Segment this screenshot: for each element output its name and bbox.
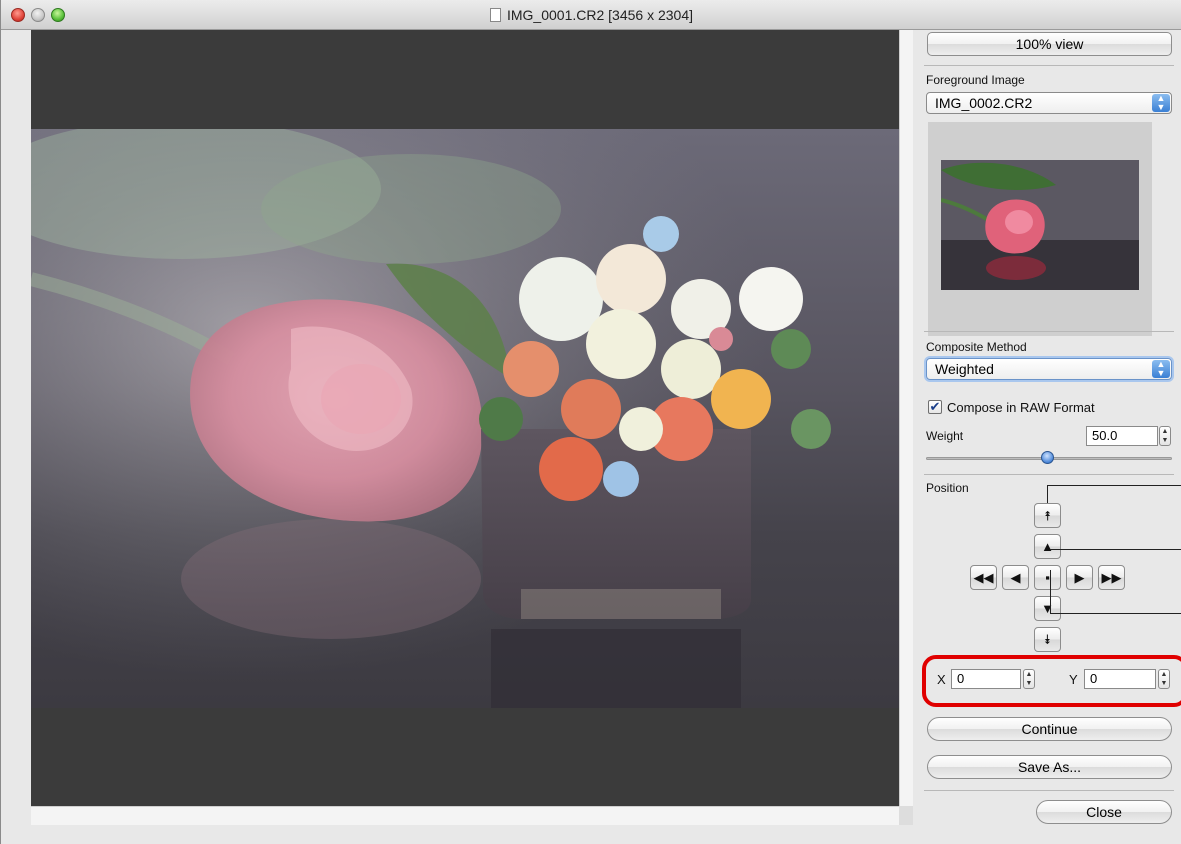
foreground-image-value: IMG_0002.CR2 (935, 95, 1033, 111)
foreground-image-label: Foreground Image (926, 73, 1025, 87)
callout-line (1047, 485, 1048, 503)
vertical-scrollbar[interactable] (899, 30, 913, 825)
move-left-button[interactable]: ◀ (1002, 565, 1029, 590)
move-left-fast-button[interactable]: ◀◀ (970, 565, 997, 590)
callout-line (1050, 549, 1181, 550)
composite-photo-graphic (31, 129, 899, 708)
compose-raw-label: Compose in RAW Format (947, 400, 1095, 415)
scroll-corner (899, 806, 913, 825)
weight-input[interactable]: 50.0 (1086, 426, 1158, 446)
separator (924, 65, 1174, 66)
position-label: Position (926, 481, 969, 495)
composite-method-value: Weighted (935, 361, 994, 377)
window-title-text: IMG_0001.CR2 [3456 x 2304] (506, 7, 693, 23)
document-icon (489, 8, 501, 22)
move-down-fast-button[interactable]: ⯯ (1034, 627, 1061, 652)
separator (924, 790, 1174, 791)
move-right-fast-button[interactable]: ▶▶ (1098, 565, 1125, 590)
move-up-button[interactable]: ▲ (1034, 534, 1061, 559)
weight-stepper[interactable]: ▲ ▼ (1159, 426, 1171, 446)
foreground-image-select[interactable]: IMG_0002.CR2 ▲ ▼ (926, 92, 1172, 114)
move-up-fast-button[interactable]: ⯭ (1034, 503, 1061, 528)
continue-button[interactable]: Continue (927, 717, 1172, 741)
callout-line (1050, 613, 1181, 614)
bottom-border (1, 825, 921, 844)
composite-method-label: Composite Method (926, 340, 1027, 354)
composite-photo (31, 129, 899, 708)
move-down-button[interactable]: ▼ (1034, 596, 1061, 621)
horizontal-scrollbar[interactable] (31, 806, 913, 825)
xy-highlight-frame (922, 655, 1181, 707)
weight-slider-knob[interactable] (1041, 451, 1054, 464)
move-right-button[interactable]: ▶ (1066, 565, 1093, 590)
select-arrows-icon: ▲ ▼ (1152, 360, 1170, 378)
close-button[interactable]: Close (1036, 800, 1172, 824)
center-position-button[interactable]: ▪ (1034, 565, 1061, 590)
weight-label: Weight (926, 429, 964, 443)
save-as-button[interactable]: Save As... (927, 755, 1172, 779)
select-arrows-icon: ▲ ▼ (1152, 94, 1170, 112)
view-100-button[interactable]: 100% view (927, 32, 1172, 56)
composite-settings-panel: 100% view Foreground Image IMG_0002.CR2 … (919, 30, 1181, 844)
title-bar[interactable]: IMG_0001.CR2 [3456 x 2304] (1, 0, 1181, 30)
callout-line (1050, 570, 1051, 613)
foreground-thumbnail (941, 160, 1139, 290)
separator (924, 474, 1174, 475)
window-title: IMG_0001.CR2 [3456 x 2304] (1, 7, 1181, 23)
left-border (1, 30, 31, 844)
image-preview[interactable] (31, 30, 899, 806)
compose-raw-checkbox[interactable]: ✔ (928, 400, 942, 414)
composite-window: IMG_0001.CR2 [3456 x 2304] 100% view For… (0, 0, 1181, 844)
foreground-thumbnail-graphic (941, 160, 1139, 290)
separator (924, 331, 1174, 332)
composite-method-select[interactable]: Weighted ▲ ▼ (926, 358, 1172, 380)
callout-line (1047, 485, 1181, 486)
